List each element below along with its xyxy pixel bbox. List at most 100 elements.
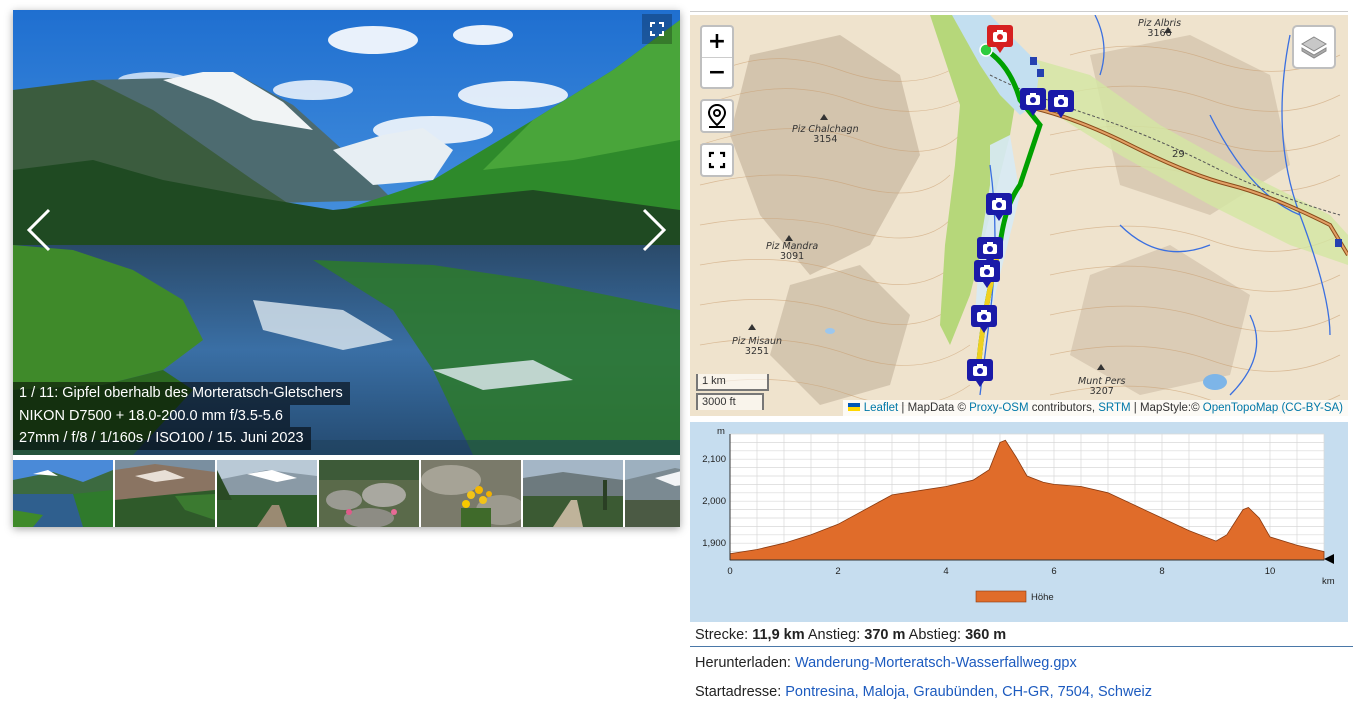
x-tick-label: 2 [835, 566, 840, 577]
thumbnail[interactable] [625, 460, 680, 527]
road-number: 29 [1172, 149, 1185, 160]
layers-button[interactable] [1292, 25, 1336, 69]
start-address-label: Startadresse: [695, 684, 786, 700]
download-label: Herunterladen: [695, 655, 795, 671]
caption-camera: NIKON D7500 + 18.0-200.0 mm f/3.5-5.6 [13, 404, 290, 427]
y-tick-label: 2,100 [702, 454, 726, 465]
ascent-label: Anstieg: [804, 627, 865, 643]
legend-swatch [975, 590, 1027, 603]
peak-elevation: 3251 [744, 346, 770, 357]
thumb-lake-reflection [13, 460, 113, 527]
ascent-value: 370 m [864, 627, 906, 643]
distance-label: Strecke: [695, 627, 753, 643]
camera-icon [977, 310, 991, 322]
scale-bar-km: 1 km [696, 374, 769, 391]
photo-caption: 1 / 11: Gipfel oberhalb des Morteratsch-… [13, 382, 350, 450]
attribution-text: | MapData © [898, 402, 970, 414]
zoom-out-button[interactable]: − [702, 57, 732, 88]
chevron-right-icon [642, 208, 667, 252]
photo-marker[interactable] [967, 359, 993, 387]
photo-marker[interactable] [974, 260, 1000, 288]
chevron-left-icon [26, 208, 51, 252]
photo-marker[interactable] [1048, 90, 1074, 118]
thumb-mountain-valley [115, 460, 215, 527]
peak-label: Piz Chalchagn 3154 [792, 125, 859, 145]
map-attribution: Leaflet | MapData © Proxy-OSM contributo… [843, 400, 1348, 416]
x-tick-label: 10 [1265, 566, 1276, 577]
camera-icon [973, 364, 987, 376]
scale-bar-ft: 3000 ft [696, 393, 764, 410]
next-photo-button[interactable] [628, 200, 674, 260]
peak-label: Piz Misaun 3251 [732, 337, 782, 357]
peak-elevation: 3154 [813, 134, 838, 145]
proxy-osm-link[interactable]: Proxy-OSM [969, 402, 1028, 414]
distance-value: 11,9 km [752, 627, 805, 643]
descent-value: 360 m [965, 627, 1007, 643]
expand-icon [650, 22, 664, 36]
track-stats: Strecke: 11,9 km Anstieg: 370 m Abstieg:… [690, 624, 1353, 647]
gpx-download-link[interactable]: Wanderung-Morteratsch-Wasserfallweg.gpx [795, 655, 1077, 671]
start-address-link[interactable]: Pontresina, Maloja, Graubünden, CH-GR, 7… [785, 684, 1152, 700]
elevation-profile: m km 2,100 2,000 1,900 0 2 4 6 8 10 Höhe [690, 422, 1348, 622]
ukraine-flag-icon [848, 403, 861, 411]
x-tick-label: 8 [1159, 566, 1164, 577]
thumb-forest-trail [217, 460, 317, 527]
x-tick-label: 6 [1051, 566, 1056, 577]
thumbnail[interactable] [13, 460, 113, 527]
locate-button[interactable] [700, 99, 734, 133]
y-tick-label: 2,000 [702, 496, 726, 507]
peak-label: Munt Pers 3207 [1078, 377, 1125, 397]
legend-label: Höhe [1031, 592, 1054, 603]
camera-icon [1026, 93, 1040, 105]
license-link[interactable]: (CC-BY-SA) [1281, 402, 1343, 414]
photo-marker-start[interactable] [987, 25, 1013, 53]
fullscreen-button[interactable] [642, 14, 672, 44]
photo-marker[interactable] [971, 305, 997, 333]
peak-elevation: 3207 [1089, 386, 1114, 397]
attribution-text: contributors, [1028, 402, 1099, 414]
y-tick-label: 1,900 [702, 538, 726, 549]
topo-map[interactable]: 29 Piz Albris 3166 Piz Chalchagn 3154 Piz … [690, 15, 1348, 416]
leaflet-link[interactable]: Leaflet [864, 402, 899, 414]
photo-marker[interactable] [977, 237, 1003, 265]
y-unit-label: m [717, 426, 725, 437]
map-tiles: 29 [690, 15, 1348, 416]
start-address-row: Startadresse: Pontresina, Maloja, Graubü… [690, 681, 1353, 703]
zoom-control: + − [700, 25, 734, 89]
camera-icon [980, 265, 994, 277]
elevation-chart: m km 2,100 2,000 1,900 0 2 4 6 8 10 Höhe [702, 426, 1335, 603]
thumb-rock-garden [319, 460, 419, 527]
camera-icon [983, 242, 997, 254]
srtm-link[interactable]: SRTM [1098, 402, 1130, 414]
thumbnail[interactable] [523, 460, 623, 527]
map-top-divider [690, 11, 1348, 12]
camera-icon [1054, 95, 1068, 107]
opentopomap-link[interactable]: OpenTopoMap [1203, 402, 1278, 414]
photo-marker[interactable] [1020, 88, 1046, 116]
location-pin-icon [707, 103, 727, 128]
thumbnail[interactable] [319, 460, 419, 527]
thumb-yellow-flowers [421, 460, 521, 527]
main-photo[interactable]: 1 / 11: Gipfel oberhalb des Morteratsch-… [13, 10, 680, 455]
peak-label: Piz Albris 3166 [1138, 19, 1181, 39]
map-fullscreen-button[interactable] [700, 143, 734, 177]
caption-title: 1 / 11: Gipfel oberhalb des Morteratsch-… [13, 382, 350, 405]
thumb-valley-path [523, 460, 623, 527]
position-cursor-icon[interactable] [1324, 554, 1334, 564]
thumbnail-strip [13, 460, 680, 527]
thumbnail[interactable] [421, 460, 521, 527]
attribution-text: | MapStyle:© [1130, 402, 1203, 414]
layers-icon [1301, 36, 1327, 59]
previous-photo-button[interactable] [19, 200, 65, 260]
peak-elevation: 3166 [1147, 28, 1172, 39]
x-unit-label: km [1322, 576, 1335, 587]
thumbnail[interactable] [217, 460, 317, 527]
caption-exif: 27mm / f/8 / 1/160s / ISO100 / 15. Juni … [13, 427, 311, 450]
camera-icon [992, 198, 1006, 210]
x-tick-label: 0 [727, 566, 732, 577]
fullscreen-icon [708, 151, 726, 169]
photo-marker[interactable] [986, 193, 1012, 221]
zoom-in-button[interactable]: + [702, 27, 732, 57]
thumbnail[interactable] [115, 460, 215, 527]
camera-icon [993, 30, 1007, 42]
